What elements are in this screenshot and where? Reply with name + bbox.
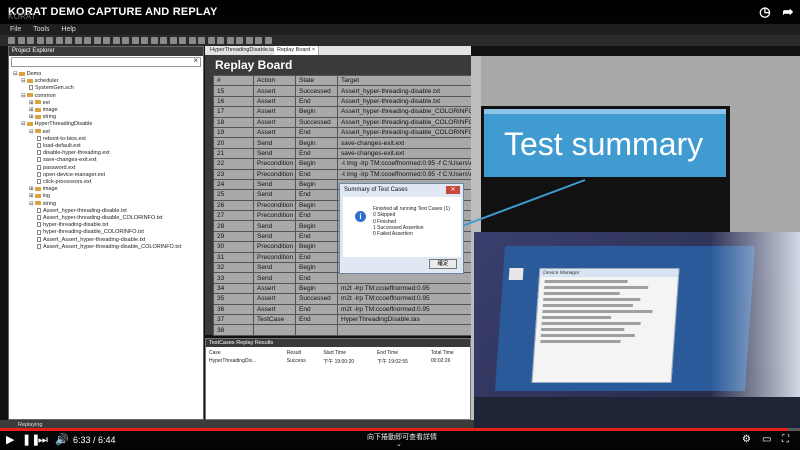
callout-text: Test summary: [504, 126, 704, 162]
info-icon: i: [355, 211, 366, 222]
player-controls: ▶ ❚❚ ⏭ 🔊 6:33 / 6:44 向下捲動即可查看詳情 ⌄ ⚙ ▭ ⛶: [0, 431, 800, 450]
video-frame: KORAT DEMO CAPTURE AND REPLAY KORAT ◷ ➦ …: [0, 0, 800, 450]
chevron-down-icon[interactable]: ⌄: [396, 440, 402, 448]
dialog-body: i Finished all running Test Cases (1) 0 …: [343, 197, 461, 257]
theater-icon[interactable]: ▭: [762, 434, 771, 446]
dialog-title: Summary of Test Cases: [344, 187, 408, 193]
test-summary-callout: Test summary: [484, 109, 726, 177]
ok-button[interactable]: 確定: [429, 259, 457, 269]
play-icon[interactable]: ▶: [6, 434, 14, 446]
volume-icon[interactable]: 🔊: [55, 434, 69, 446]
time-display: 6:33 / 6:44: [73, 435, 116, 445]
fullscreen-icon[interactable]: ⛶: [782, 434, 789, 446]
close-icon[interactable]: ✕: [446, 186, 460, 194]
dialog-message: Finished all running Test Cases (1) 0 Sk…: [373, 206, 450, 238]
scroll-hint: 向下捲動即可查看詳情: [367, 434, 437, 441]
settings-icon[interactable]: ⚙: [742, 434, 751, 446]
summary-dialog: Summary of Test Cases ✕ i Finished all r…: [339, 183, 464, 274]
next-icon[interactable]: ⏭: [38, 434, 48, 446]
